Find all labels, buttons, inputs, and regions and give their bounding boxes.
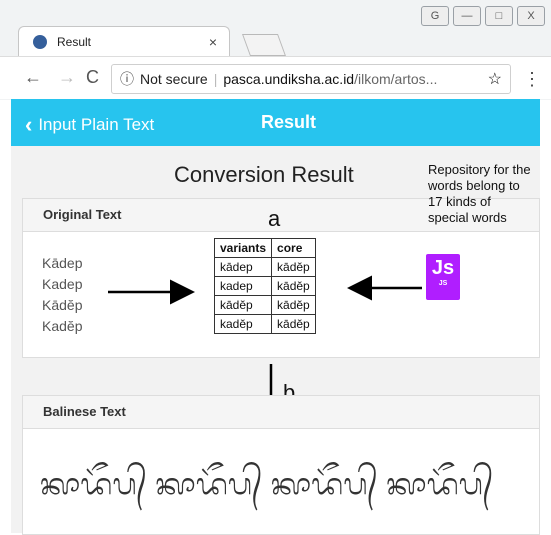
balinese-text-title: Balinese Text <box>43 404 126 419</box>
balinese-output-text: ᬓᬵᬤᭂᬧ᭄ ᬓᬵᬤᭂᬧ᭄ ᬓᬵᬤᭂᬧ᭄ ᬓᬵᬤᭂᬧ᭄ <box>40 468 494 501</box>
balinese-text-header: Balinese Text <box>23 396 539 429</box>
